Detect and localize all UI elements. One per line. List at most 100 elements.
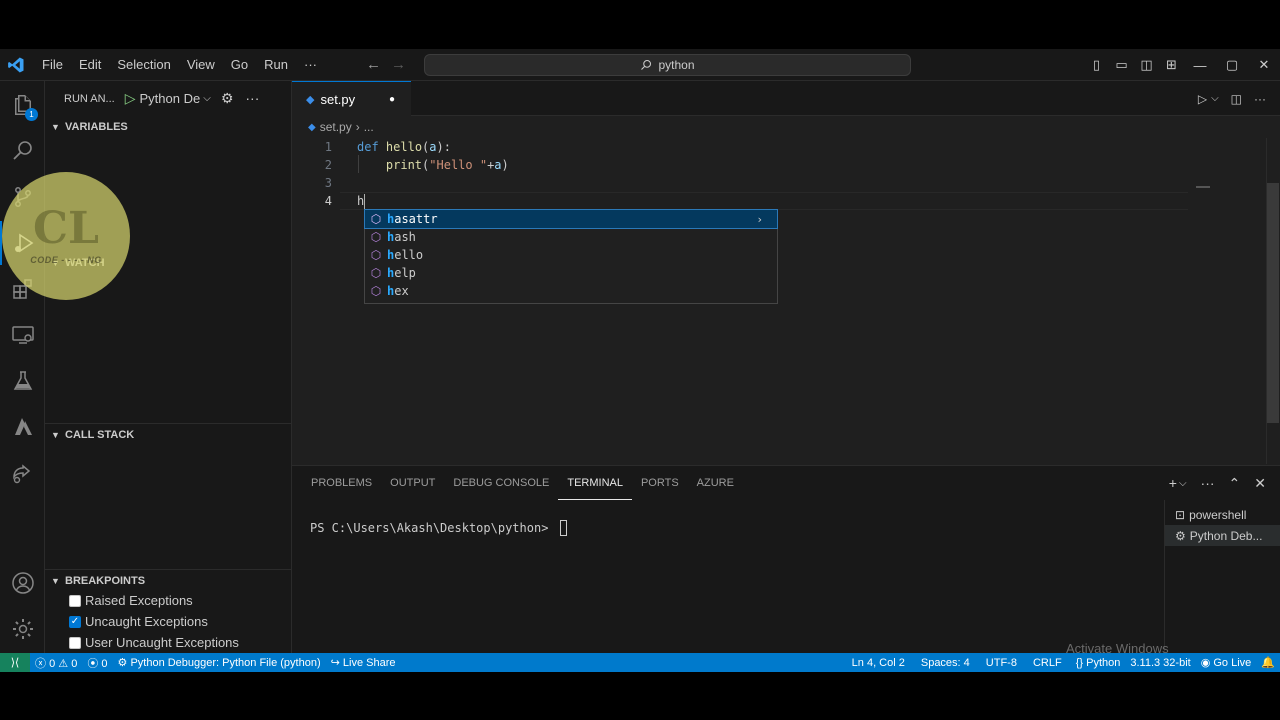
text-cursor bbox=[364, 193, 366, 209]
go-live-button[interactable]: ◉ Go Live bbox=[1196, 656, 1257, 669]
problems-status[interactable]: ⓧ 0 ⚠ 0 bbox=[30, 655, 82, 671]
encoding[interactable]: UTF-8 bbox=[981, 657, 1022, 669]
sidebar-actions: ⚙ ··· bbox=[221, 90, 260, 107]
python-interpreter[interactable]: 3.11.3 32-bit bbox=[1125, 657, 1195, 669]
run-python-file-icon[interactable]: ▷ bbox=[1198, 92, 1207, 106]
toggle-primary-sidebar-icon[interactable]: ▯ bbox=[1084, 57, 1109, 73]
panel-more-actions-icon[interactable]: ··· bbox=[1201, 475, 1215, 491]
end-of-line[interactable]: CRLF bbox=[1028, 657, 1067, 669]
tab-debug-console[interactable]: DEBUG CONSOLE bbox=[444, 466, 558, 500]
settings-gear-icon[interactable] bbox=[0, 607, 45, 651]
breakpoint-label: Raised Exceptions bbox=[85, 593, 193, 608]
minimize-icon[interactable]: — bbox=[1184, 58, 1216, 73]
editor-scrollbar[interactable] bbox=[1266, 138, 1280, 464]
panel-tabs: PROBLEMS OUTPUT DEBUG CONSOLE TERMINAL P… bbox=[302, 466, 743, 500]
checkbox-checked[interactable]: ✓ bbox=[69, 615, 81, 628]
command-center-search[interactable]: python bbox=[424, 54, 911, 76]
suggestion-item[interactable]: ⬡ help bbox=[365, 264, 777, 282]
tab-problems[interactable]: PROBLEMS bbox=[302, 466, 381, 500]
debug-icon: ⚙ bbox=[117, 657, 128, 669]
terminal-cursor bbox=[559, 520, 567, 536]
ports-status[interactable]: ⦿ 0 bbox=[82, 655, 112, 671]
breakpoints-section-header[interactable]: ▼ BREAKPOINTS bbox=[45, 569, 292, 591]
tab-terminal[interactable]: TERMINAL bbox=[558, 466, 632, 500]
debug-config-selector[interactable]: ▷ Python De ⌵ bbox=[125, 90, 211, 107]
menu-go[interactable]: Go bbox=[223, 49, 256, 81]
new-terminal-plus-icon[interactable]: + bbox=[1169, 475, 1177, 491]
menu-file[interactable]: File bbox=[34, 49, 71, 81]
terminal-item-python-debug[interactable]: ⚙ Python Deb... bbox=[1165, 525, 1280, 546]
forward-arrow-icon[interactable]: → bbox=[391, 49, 406, 81]
tab-output[interactable]: OUTPUT bbox=[381, 466, 444, 500]
read-more-chevron-icon[interactable]: › bbox=[756, 213, 763, 226]
menu-view[interactable]: View bbox=[179, 49, 223, 81]
notifications-bell-icon[interactable]: 🔔 bbox=[1256, 656, 1280, 669]
tab-azure[interactable]: AZURE bbox=[688, 466, 743, 500]
explorer-icon[interactable]: 1 bbox=[0, 83, 45, 127]
toggle-secondary-sidebar-icon[interactable]: ◫ bbox=[1134, 57, 1159, 73]
menu-run[interactable]: Run bbox=[256, 49, 296, 81]
watch-section-header[interactable]: ▼ WATCH bbox=[45, 252, 292, 274]
open-launch-json-gear-icon[interactable]: ⚙ bbox=[221, 90, 234, 107]
live-share-icon[interactable] bbox=[0, 451, 45, 495]
close-panel-icon[interactable]: ✕ bbox=[1254, 475, 1266, 492]
autocomplete-suggest-widget: ⬡ hasattr › ⬡ hash ⬡ hello ⬡ help ⬡ hex bbox=[364, 209, 778, 304]
suggestion-item[interactable]: ⬡ hasattr › bbox=[364, 209, 778, 229]
variables-section-header[interactable]: ▼ VARIABLES bbox=[45, 116, 292, 138]
checkbox-unchecked[interactable] bbox=[69, 636, 81, 649]
scrollbar-thumb[interactable] bbox=[1267, 183, 1279, 423]
debug-config-status[interactable]: ⚙ Python Debugger: Python File (python) bbox=[113, 656, 326, 669]
search-view-icon[interactable] bbox=[0, 129, 45, 173]
suggestion-item[interactable]: ⬡ hash bbox=[365, 228, 777, 246]
code-line: 1 def hello(a): bbox=[292, 138, 1192, 156]
suggestion-label: hasattr bbox=[387, 212, 438, 226]
cursor-position[interactable]: Ln 4, Col 2 bbox=[847, 657, 910, 669]
split-editor-icon[interactable]: ◫ bbox=[1231, 92, 1242, 106]
menu-more[interactable]: ··· bbox=[296, 49, 325, 81]
start-debugging-icon[interactable]: ▷ bbox=[125, 90, 136, 107]
remote-explorer-icon[interactable] bbox=[0, 313, 45, 357]
breakpoint-uncaught-exceptions[interactable]: ✓ Uncaught Exceptions bbox=[69, 611, 208, 632]
back-arrow-icon[interactable]: ← bbox=[366, 49, 381, 81]
breakpoint-user-uncaught-exceptions[interactable]: User Uncaught Exceptions bbox=[69, 632, 239, 653]
error-count: 0 bbox=[49, 657, 56, 670]
suggestion-item[interactable]: ⬡ hex bbox=[365, 282, 777, 300]
azure-icon[interactable] bbox=[0, 405, 45, 449]
terminal-dropdown-chevron-icon[interactable]: ⌵ bbox=[1179, 478, 1187, 489]
more-actions-icon[interactable]: ··· bbox=[245, 90, 259, 107]
toggle-panel-icon[interactable]: ▭ bbox=[1109, 57, 1134, 73]
testing-flask-icon[interactable] bbox=[0, 359, 45, 403]
unsaved-dot-icon[interactable]: ● bbox=[389, 94, 395, 105]
editor-more-actions-icon[interactable]: ··· bbox=[1254, 92, 1266, 106]
menu-edit[interactable]: Edit bbox=[71, 49, 109, 81]
tab-set-py[interactable]: ◆ set.py ● bbox=[292, 81, 411, 116]
terminal-output[interactable]: PS C:\Users\Akash\Desktop\python> bbox=[310, 520, 567, 536]
language-mode[interactable]: {} Python bbox=[1071, 657, 1126, 669]
maximize-icon[interactable]: ▢ bbox=[1216, 57, 1248, 73]
breadcrumb-file[interactable]: set.py bbox=[320, 120, 352, 134]
minimap[interactable] bbox=[1196, 186, 1210, 188]
terminal-item-powershell[interactable]: ⊡ powershell bbox=[1165, 504, 1280, 525]
tab-ports[interactable]: PORTS bbox=[632, 466, 688, 500]
extensions-icon[interactable] bbox=[0, 267, 45, 311]
run-and-debug-icon[interactable] bbox=[0, 221, 45, 265]
maximize-panel-chevron-up-icon[interactable]: ⌃ bbox=[1229, 475, 1241, 492]
symbol-method-cube-icon: ⬡ bbox=[370, 266, 382, 280]
customize-layout-icon[interactable]: ⊞ bbox=[1159, 57, 1184, 73]
remote-indicator-icon[interactable]: ⟩⟨ bbox=[0, 653, 30, 672]
breakpoint-raised-exceptions[interactable]: Raised Exceptions bbox=[69, 590, 193, 611]
breadcrumb-symbols[interactable]: ... bbox=[364, 120, 374, 134]
checkbox-unchecked[interactable] bbox=[69, 594, 81, 607]
launch-config-dropdown[interactable]: Python De ⌵ bbox=[140, 91, 211, 106]
call-stack-section-header[interactable]: ▼ CALL STACK bbox=[45, 423, 292, 445]
close-window-icon[interactable]: ✕ bbox=[1248, 57, 1280, 73]
run-debug-sidebar: RUN AN... ▷ Python De ⌵ ⚙ ··· ▼ VARIABLE… bbox=[45, 81, 292, 653]
live-share-status[interactable]: ↪ Live Share bbox=[326, 656, 401, 669]
code-line: 2 print("Hello "+a) bbox=[292, 156, 1192, 174]
run-dropdown-chevron-icon[interactable]: ⌵ bbox=[1211, 93, 1219, 104]
accounts-icon[interactable] bbox=[0, 561, 45, 605]
suggestion-item[interactable]: ⬡ hello bbox=[365, 246, 777, 264]
indentation[interactable]: Spaces: 4 bbox=[916, 657, 975, 669]
source-control-icon[interactable] bbox=[0, 175, 45, 219]
menu-selection[interactable]: Selection bbox=[109, 49, 178, 81]
